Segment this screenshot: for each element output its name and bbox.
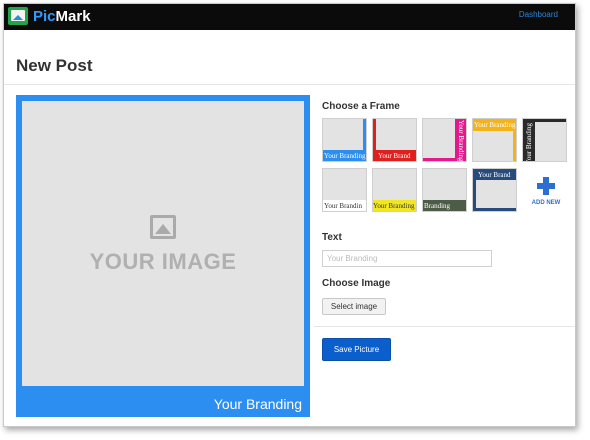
frame-option-magenta[interactable]: Your Branding bbox=[422, 118, 467, 162]
frame-option-red[interactable]: Your Brand bbox=[372, 118, 417, 162]
picmark-logo-icon[interactable] bbox=[8, 7, 28, 25]
choose-frame-heading: Choose a Frame bbox=[322, 101, 400, 112]
frame-label: Your Branding bbox=[324, 152, 366, 160]
frame-option-blue[interactable]: Your Branding bbox=[322, 118, 367, 162]
frame-label: Your Branding bbox=[474, 121, 516, 129]
frame-option-black[interactable]: Your Branding bbox=[522, 118, 567, 162]
frame-option-orange[interactable]: Your Branding bbox=[472, 118, 517, 162]
actions-divider bbox=[314, 326, 575, 327]
frame-label: Your Branding bbox=[525, 123, 533, 162]
select-image-button[interactable]: Select image bbox=[322, 298, 386, 315]
page-title: New Post bbox=[16, 56, 93, 75]
frame-label: Your Branding bbox=[457, 120, 465, 162]
frame-option-green[interactable]: Branding bbox=[422, 168, 467, 212]
frame-label: Your Brandin bbox=[324, 202, 362, 210]
image-placeholder-text: YOUR IMAGE bbox=[89, 249, 237, 274]
frame-option-white[interactable]: Your Brandin bbox=[322, 168, 367, 212]
add-new-frame-button[interactable]: ADD NEW bbox=[526, 176, 566, 216]
frame-bar-side bbox=[473, 169, 476, 211]
app-name[interactable]: PicMark bbox=[33, 8, 91, 25]
frame-label: Your Brand bbox=[378, 152, 411, 160]
frame-option-navy[interactable]: Your Brand bbox=[472, 168, 517, 212]
options-panel: Choose a Frame Your Branding Your Brand … bbox=[322, 4, 575, 424]
frame-label: Your Branding bbox=[373, 202, 415, 210]
text-heading: Text bbox=[322, 232, 342, 243]
plus-icon bbox=[537, 177, 555, 195]
frame-label: Your Brand bbox=[478, 171, 511, 179]
frame-label: Branding bbox=[424, 202, 451, 210]
frame-option-yellow[interactable]: Your Branding bbox=[372, 168, 417, 212]
image-preview: YOUR IMAGE Your Branding bbox=[16, 95, 310, 417]
app-name-prefix: Pic bbox=[33, 8, 56, 25]
app-name-suffix: Mark bbox=[55, 8, 91, 25]
preview-branding-text: Your Branding bbox=[213, 396, 302, 412]
branding-text-input[interactable] bbox=[322, 250, 492, 267]
frame-bar-bottom bbox=[473, 208, 516, 211]
add-new-label: ADD NEW bbox=[531, 200, 561, 206]
save-picture-button[interactable]: Save Picture bbox=[322, 338, 391, 361]
app-window: PicMark Dashboard New Post YOUR IMAGE Yo… bbox=[3, 3, 576, 427]
image-placeholder: YOUR IMAGE bbox=[22, 101, 304, 386]
image-icon bbox=[150, 215, 176, 239]
choose-image-heading: Choose Image bbox=[322, 278, 391, 289]
